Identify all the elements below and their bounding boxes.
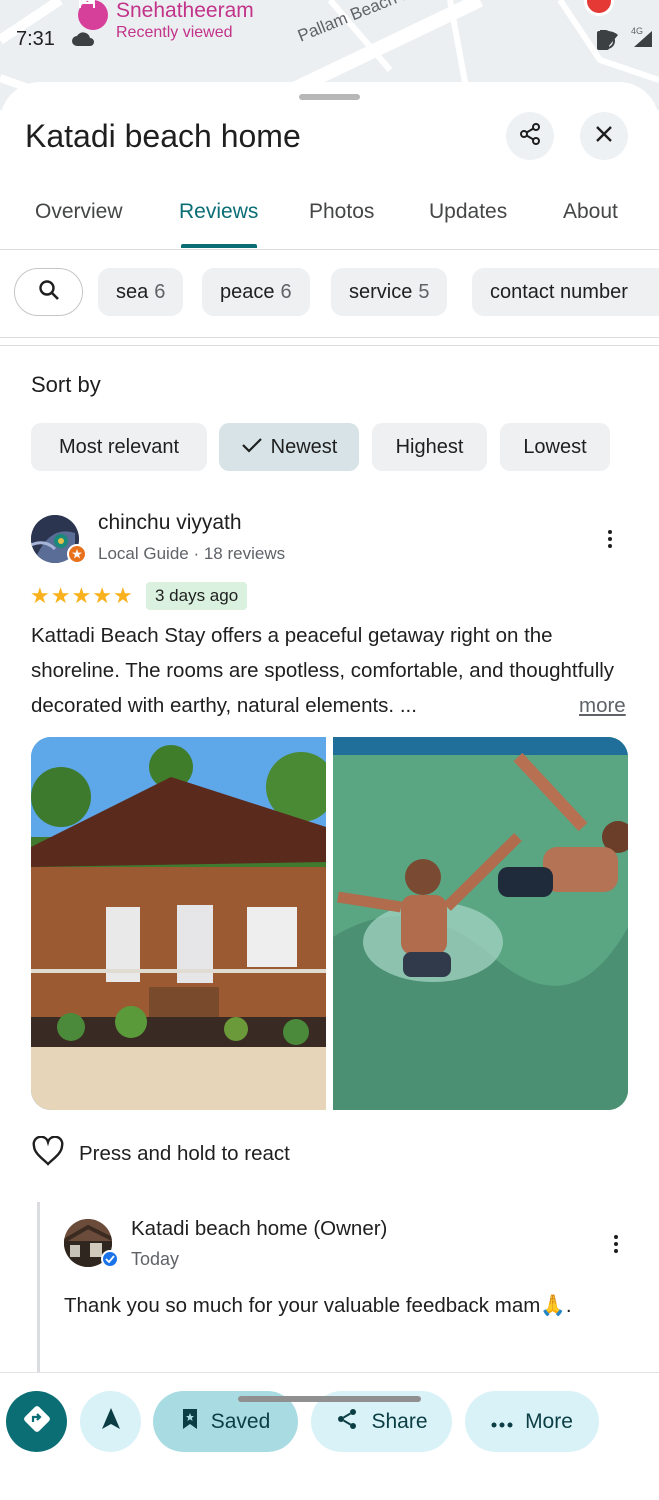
review-rating: ★ ★ ★ ★ ★	[30, 585, 133, 607]
sort-most-relevant[interactable]: Most relevant	[31, 423, 207, 471]
star-icon: ★	[50, 583, 71, 608]
home-indicator[interactable]	[238, 1396, 421, 1402]
star-icon: ★	[30, 583, 50, 608]
action-bar: Saved Share More	[0, 1372, 659, 1462]
chip-count: 6	[154, 280, 166, 303]
chip-count: 6	[280, 280, 292, 303]
verified-icon	[101, 1250, 119, 1268]
review-date: 3 days ago	[146, 582, 248, 610]
topic-chip-service[interactable]: service 5	[331, 268, 448, 316]
share-icon	[335, 1407, 359, 1437]
navigation-arrow-icon	[100, 1407, 122, 1436]
saved-label: Saved	[210, 1409, 271, 1433]
sort-newest-label: Newest	[270, 435, 338, 458]
more-horizontal-icon	[491, 1410, 513, 1434]
check-icon	[241, 436, 263, 459]
chip-label: contact number	[490, 280, 628, 303]
chip-label: peace	[220, 280, 275, 303]
reviewer-name[interactable]: chinchu viyyath	[98, 511, 242, 535]
topic-chip-contact-number[interactable]: contact number	[472, 268, 659, 316]
search-reviews-button[interactable]	[14, 268, 83, 316]
status-bar: 7:31 4G	[0, 24, 659, 58]
sort-by-label: Sort by	[31, 372, 101, 397]
local-guide-star-icon	[67, 544, 87, 564]
review-photo-cottage[interactable]	[31, 737, 326, 1110]
divider	[0, 345, 659, 346]
reviewer-meta: Local Guide · 18 reviews	[98, 544, 286, 563]
search-icon	[38, 279, 60, 306]
tab-updates[interactable]: Updates	[429, 200, 507, 224]
more-button[interactable]: More	[465, 1391, 599, 1452]
tab-reviews[interactable]: Reviews	[179, 200, 258, 224]
share-label: Share	[371, 1409, 428, 1433]
react-label: Press and hold to react	[79, 1142, 290, 1165]
chip-label: service	[349, 280, 413, 303]
sort-highest[interactable]: Highest	[372, 423, 487, 471]
tab-photos[interactable]: Photos	[309, 200, 374, 224]
more-label: More	[525, 1409, 573, 1433]
share-icon	[518, 122, 542, 151]
owner-reply-text: Thank you so much for your valuable feed…	[64, 1294, 572, 1317]
poi-name: Snehatheeram	[116, 0, 254, 22]
status-time: 7:31	[16, 28, 55, 50]
owner-reply-overflow-menu-icon[interactable]	[604, 1232, 628, 1256]
drag-handle[interactable]	[299, 94, 360, 100]
chip-count: 5	[418, 280, 430, 303]
review-text: Kattadi Beach Stay offers a peaceful get…	[31, 624, 615, 717]
directions-button[interactable]	[6, 1391, 67, 1452]
review-topic-chips: sea 6 peace 6 service 5 contact number	[0, 268, 659, 316]
review-photo-pool[interactable]	[333, 737, 628, 1110]
topic-chip-peace[interactable]: peace 6	[202, 268, 310, 316]
review-overflow-menu-icon[interactable]	[598, 527, 622, 551]
owner-name: Katadi beach home (Owner)	[131, 1217, 388, 1240]
owner-reply-date: Today	[131, 1249, 180, 1269]
directions-icon	[23, 1405, 51, 1438]
start-navigation-button[interactable]	[80, 1391, 141, 1452]
heart-icon	[31, 1135, 65, 1172]
star-icon: ★	[92, 583, 112, 608]
review-more-link[interactable]: more	[579, 688, 626, 723]
tab-overview[interactable]: Overview	[35, 200, 123, 224]
close-button[interactable]	[580, 112, 628, 160]
star-icon: ★	[71, 583, 92, 608]
star-icon: ★	[112, 583, 133, 608]
react-button[interactable]: Press and hold to react	[31, 1135, 290, 1172]
topic-chip-sea[interactable]: sea 6	[98, 268, 184, 316]
bookmark-icon	[181, 1408, 199, 1436]
place-sheet: Katadi beach home Overview Reviews Photo…	[0, 82, 659, 1500]
close-icon	[594, 124, 614, 149]
active-tab-indicator	[181, 244, 257, 248]
share-header-button[interactable]	[506, 112, 554, 160]
tab-about[interactable]: About	[563, 200, 618, 224]
sort-newest[interactable]: Newest	[219, 423, 359, 471]
divider	[0, 337, 659, 338]
sort-lowest[interactable]: Lowest	[500, 423, 610, 471]
chip-label: sea	[116, 280, 149, 303]
tab-bar: Overview Reviews Photos Updates About	[0, 182, 659, 250]
place-title: Katadi beach home	[25, 118, 301, 154]
